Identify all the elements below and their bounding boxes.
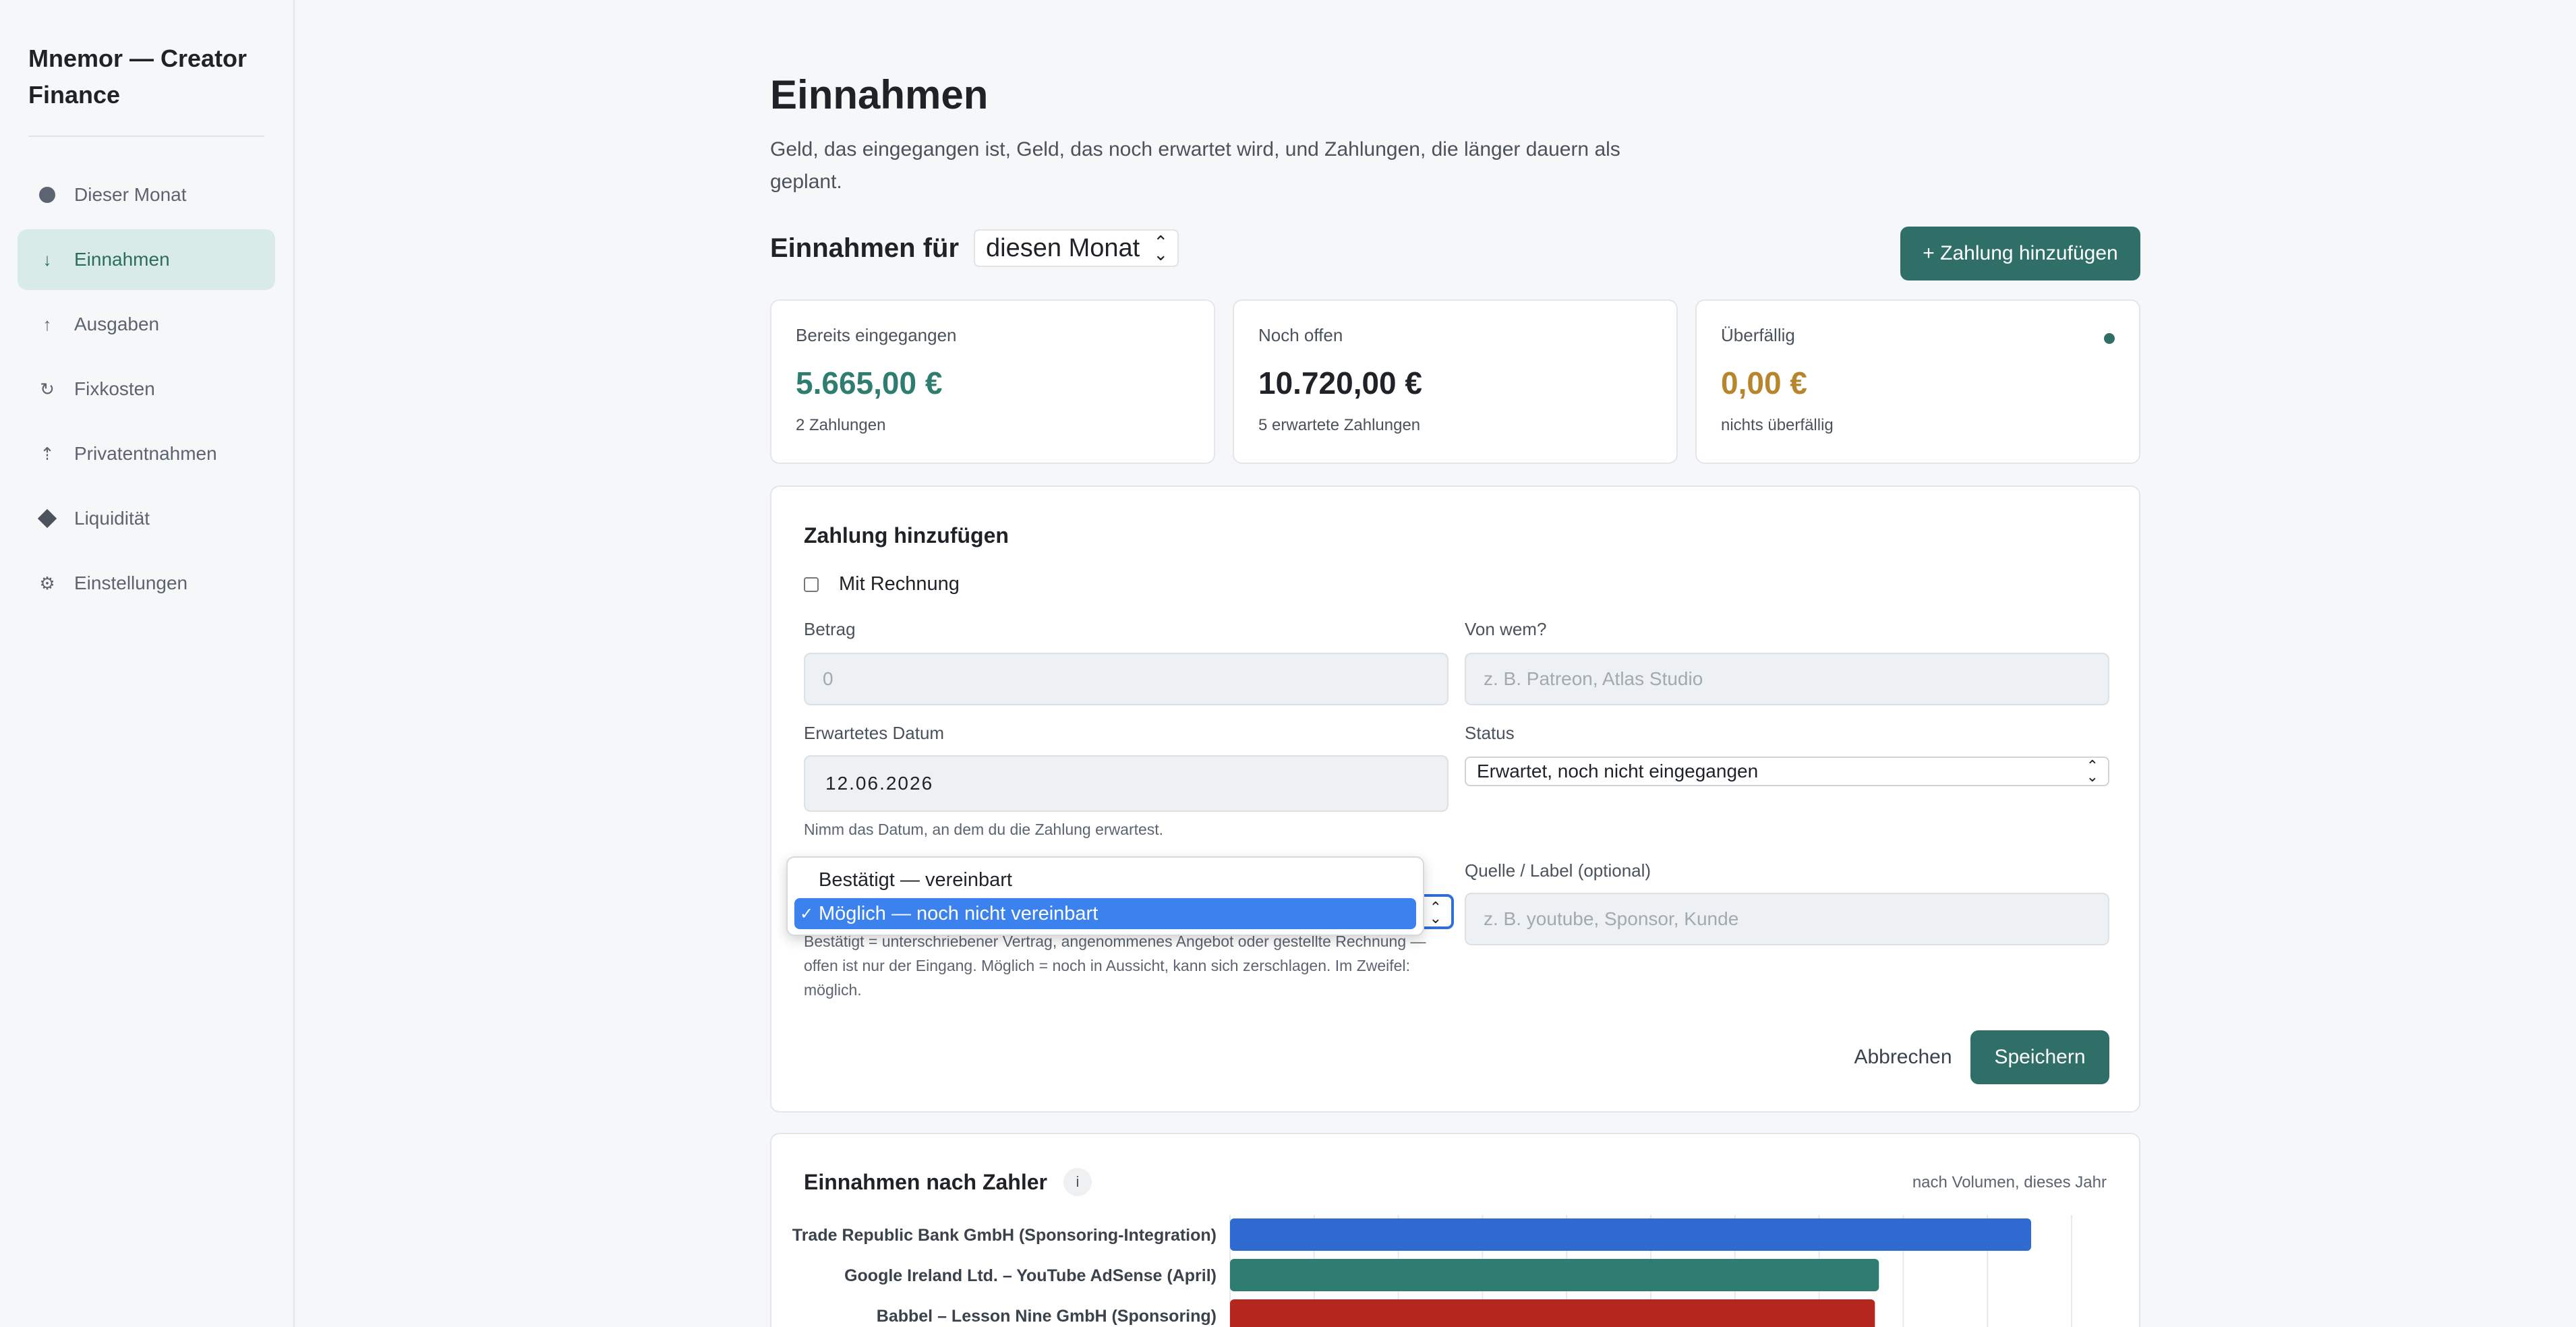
confidence-dropdown: Bestätigt — vereinbart ✓ Möglich — noch … (786, 856, 1424, 936)
diamond-icon (37, 508, 57, 529)
sidebar-item-label: Dieser Monat (74, 184, 187, 205)
sidebar-item-label: Liquidität (74, 508, 150, 529)
card-label: Bereits eingegangen (796, 325, 957, 345)
page-subtitle: Geld, das eingegangen ist, Geld, das noc… (770, 138, 1620, 193)
card-received: Bereits eingegangen 5.665,00 € 2 Zahlung… (770, 299, 1215, 464)
payer-input[interactable]: z. B. Patreon, Atlas Studio (1465, 653, 2109, 705)
payer-chart-panel: Einnahmen nach Zahler i nach Volumen, di… (770, 1133, 2140, 1327)
arrow-up-icon: ↑ (42, 314, 52, 334)
dropdown-option-confirmed[interactable]: Bestätigt — vereinbart (794, 864, 1416, 895)
amount-input[interactable]: 0 (804, 653, 1448, 705)
card-open: Noch offen 10.720,00 € 5 erwartete Zahlu… (1233, 299, 1678, 464)
period-select[interactable]: diesen Monat ⌃ ⌄ (974, 229, 1179, 267)
sidebar-item-label: Privatentnahmen (74, 443, 217, 464)
withdraw-icon: ⇡ (40, 443, 55, 464)
chart-category-label: Google Ireland Ltd. – YouTube AdSense (A… (844, 1266, 1217, 1285)
info-icon[interactable]: i (1063, 1168, 1092, 1196)
dropdown-option-label: Möglich — noch nicht vereinbart (819, 902, 1099, 924)
date-hint: Nimm das Datum, an dem du die Zahlung er… (804, 821, 1164, 838)
card-meta: 5 erwartete Zahlungen (1258, 416, 1421, 434)
brand-divider (28, 136, 264, 137)
payer-label: Von wem? (1465, 619, 1547, 639)
chevron-updown-icon: ⌃ ⌄ (1153, 232, 1169, 264)
date-input[interactable]: 12.06.2026 (804, 755, 1448, 812)
chart-title-row: Einnahmen nach Zahler i (804, 1168, 1092, 1196)
card-overdue: Überfällig 0,00 € nichts überfällig (1695, 299, 2140, 464)
sidebar-nav: Dieser Monat ↓ Einnahmen ↑ Ausgaben ↻ Fi… (18, 165, 275, 618)
status-select[interactable]: Erwartet, noch nicht eingegangen ⌃ ⌄ (1465, 757, 2109, 786)
sidebar-item-label: Ausgaben (74, 314, 160, 334)
source-input[interactable]: z. B. youtube, Sponsor, Kunde (1465, 893, 2109, 945)
card-label: Noch offen (1258, 325, 1343, 345)
save-button[interactable]: Speichern (1970, 1030, 2109, 1084)
card-value: 10.720,00 € (1258, 365, 1423, 401)
sidebar-item-privatentnahmen[interactable]: ⇡ Privatentnahmen (18, 423, 275, 484)
sidebar-item-label: Einnahmen (74, 249, 170, 270)
card-label: Überfällig (1721, 325, 1795, 345)
confidence-hint: Bestätigt = unterschriebener Vertrag, an… (804, 933, 1426, 999)
sidebar: Mnemor — Creator Finance Dieser Monat ↓ … (0, 0, 295, 1327)
sidebar-item-ausgaben[interactable]: ↑ Ausgaben (18, 294, 275, 355)
chevron-updown-icon: ⌃ ⌄ (2086, 757, 2099, 785)
dropdown-option-label: Bestätigt — vereinbart (819, 868, 1012, 891)
chart-bar[interactable] (1230, 1218, 2031, 1251)
chart-category-label: Babbel – Lesson Nine GmbH (Sponsoring) (877, 1307, 1217, 1326)
chart-bar[interactable] (1230, 1299, 1875, 1327)
sidebar-item-label: Einstellungen (74, 572, 188, 593)
section-title: Einnahmen für (770, 233, 960, 263)
status-label: Status (1465, 723, 1515, 743)
amount-label: Betrag (804, 619, 856, 639)
form-title: Zahlung hinzufügen (804, 523, 1009, 548)
add-payment-button[interactable]: + Zahlung hinzufügen (1900, 227, 2140, 281)
page-title: Einnahmen (770, 72, 989, 117)
sidebar-item-einstellungen[interactable]: ⚙ Einstellungen (18, 553, 275, 614)
status-dot-icon (2104, 333, 2115, 344)
sidebar-item-fixkosten[interactable]: ↻ Fixkosten (18, 359, 275, 419)
status-select-value: Erwartet, noch nicht eingegangen (1477, 761, 1759, 782)
date-label: Erwartetes Datum (804, 723, 945, 743)
cancel-button[interactable]: Abbrechen (1823, 1030, 1983, 1084)
sidebar-item-label: Fixkosten (74, 378, 155, 399)
invoice-checkbox[interactable] (804, 577, 819, 592)
payer-bar-chart: Trade Republic Bank GmbH (Sponsoring-Int… (792, 1215, 2072, 1327)
invoice-checkbox-row[interactable]: Mit Rechnung (804, 573, 960, 595)
dropdown-option-possible[interactable]: ✓ Möglich — noch nicht vereinbart (794, 898, 1416, 929)
arrow-down-icon: ↓ (42, 249, 52, 270)
source-label-text: Quelle / Label (1465, 860, 1573, 881)
sidebar-item-dieser-monat[interactable]: Dieser Monat (18, 165, 275, 225)
chart-bar[interactable] (1230, 1259, 1879, 1291)
source-label: Quelle / Label (optional) (1465, 860, 1651, 881)
invoice-checkbox-label: Mit Rechnung (839, 573, 960, 595)
refresh-icon: ↻ (40, 378, 55, 399)
check-icon: ✓ (800, 904, 814, 923)
period-select-value: diesen Monat (986, 233, 1140, 262)
card-value: 0,00 € (1721, 365, 1807, 401)
sidebar-item-liquiditaet[interactable]: Liquidität (18, 488, 275, 549)
card-value: 5.665,00 € (796, 365, 943, 401)
card-meta: nichts überfällig (1721, 416, 1834, 434)
period-row: Einnahmen für diesen Monat ⌃ ⌄ (770, 229, 1179, 267)
dot-icon (38, 185, 57, 204)
app-brand: Mnemor — Creator Finance (28, 45, 247, 109)
gear-icon: ⚙ (39, 572, 55, 593)
card-meta: 2 Zahlungen (796, 416, 886, 434)
sidebar-item-einnahmen[interactable]: ↓ Einnahmen (18, 229, 275, 290)
chart-meta: nach Volumen, dieses Jahr (1912, 1173, 2107, 1191)
chart-title: Einnahmen nach Zahler (804, 1169, 1047, 1194)
source-label-optional: (optional) (1577, 860, 1651, 881)
chevron-updown-icon: ⌃ ⌄ (1429, 899, 1442, 926)
chart-category-label: Trade Republic Bank GmbH (Sponsoring-Int… (792, 1226, 1217, 1245)
add-payment-form: Zahlung hinzufügen Mit Rechnung Betrag 0… (770, 485, 2140, 1113)
